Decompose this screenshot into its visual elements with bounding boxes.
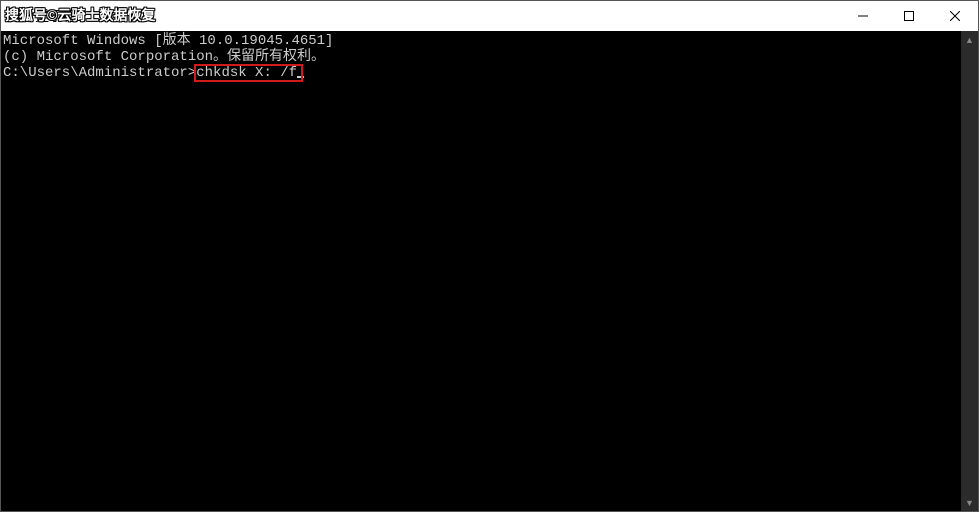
terminal-command: chkdsk X: /f <box>196 65 297 81</box>
terminal-area: Microsoft Windows [版本 10.0.19045.4651](c… <box>1 31 978 511</box>
terminal-line-copyright: (c) Microsoft Corporation。保留所有权利。 <box>3 49 961 65</box>
scroll-down-icon[interactable]: ▼ <box>961 494 978 511</box>
terminal-line-version: Microsoft Windows [版本 10.0.19045.4651] <box>3 33 961 49</box>
maximize-icon <box>904 11 914 21</box>
close-button[interactable] <box>932 1 978 31</box>
terminal-prompt-line: C:\Users\Administrator>chkdsk X: /f <box>3 65 961 81</box>
titlebar[interactable]: 命令提示符 搜狐号©云骑士数据恢复 <box>1 1 978 31</box>
minimize-button[interactable] <box>840 1 886 31</box>
titlebar-left: 命令提示符 <box>1 1 77 31</box>
maximize-button[interactable] <box>886 1 932 31</box>
window-controls <box>840 1 978 31</box>
close-icon <box>950 11 960 21</box>
vertical-scrollbar[interactable]: ▲ ▼ <box>961 31 978 511</box>
terminal-prompt: C:\Users\Administrator> <box>3 65 196 81</box>
command-prompt-window: 命令提示符 搜狐号©云骑士数据恢复 Microsoft Windows [版本 … <box>0 0 979 512</box>
terminal[interactable]: Microsoft Windows [版本 10.0.19045.4651](c… <box>1 31 961 511</box>
minimize-icon <box>858 11 868 21</box>
terminal-cursor <box>297 76 304 78</box>
scroll-up-icon[interactable]: ▲ <box>961 31 978 48</box>
window-title: 命令提示符 <box>7 1 77 31</box>
